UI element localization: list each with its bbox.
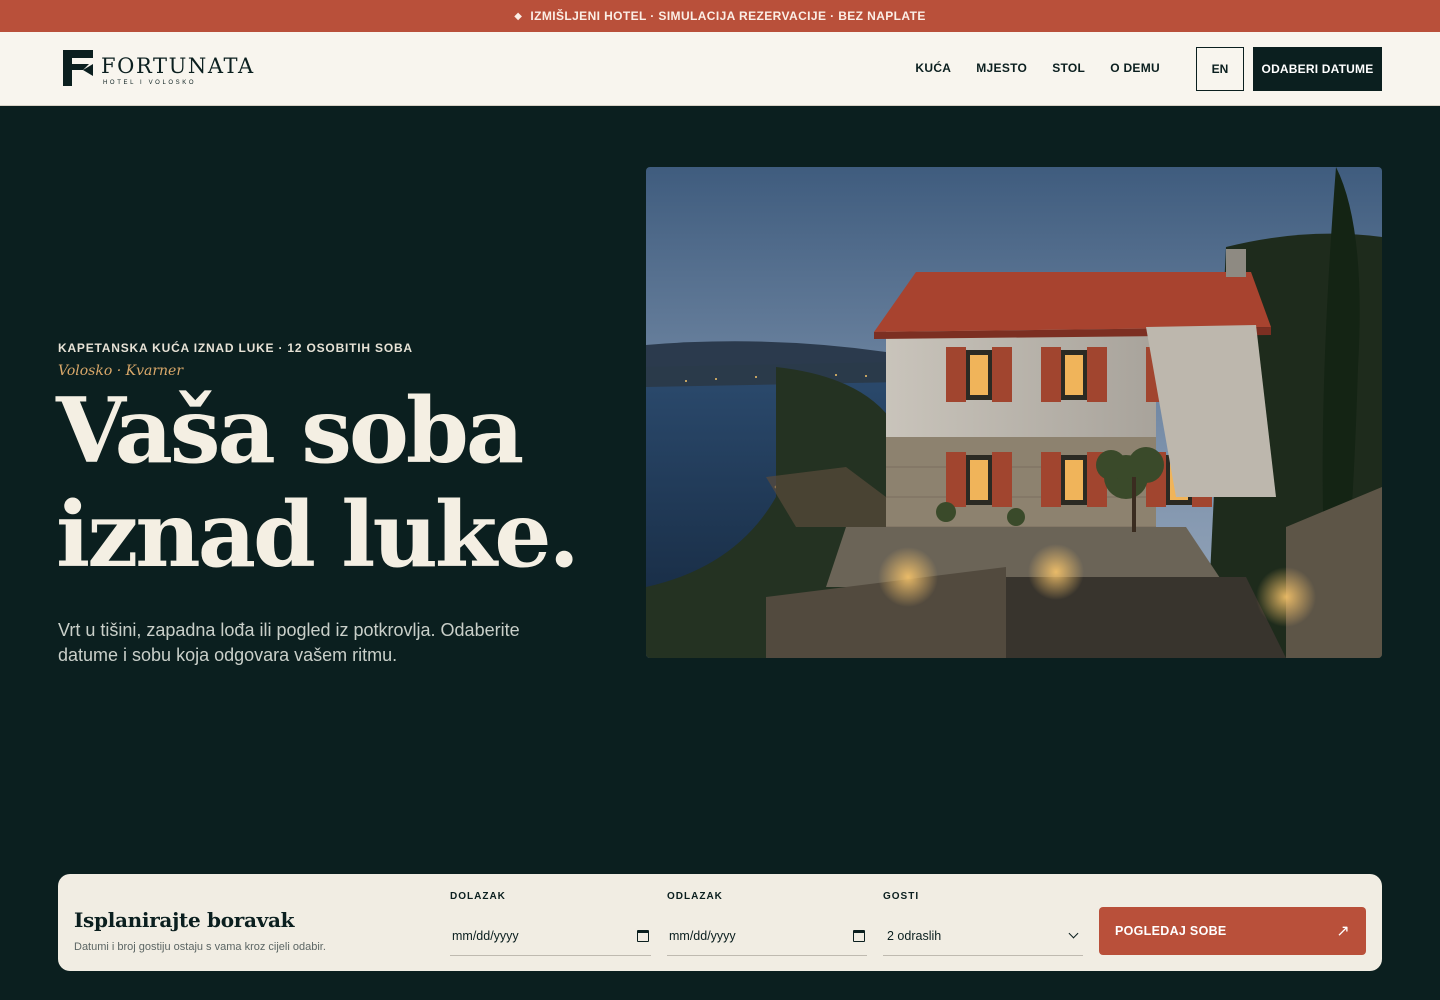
view-rooms-label: POGLEDAJ SOBE	[1115, 924, 1227, 938]
headline-line-1: Vaša soba	[56, 378, 524, 484]
booking-title: Isplanirajte boravak	[74, 908, 295, 932]
calendar-icon[interactable]	[637, 929, 649, 942]
departure-field: ODLAZAK mm/dd/yyyy	[667, 891, 867, 956]
arrival-date-input[interactable]: mm/dd/yyyy	[450, 916, 651, 956]
logo-mark-icon	[63, 50, 93, 86]
select-dates-button[interactable]: ODABERI DATUME	[1253, 47, 1382, 91]
brand-tagline: HOTEL I VOLOSKO	[103, 80, 197, 86]
nav-link-mjesto[interactable]: MJESTO	[976, 61, 1027, 75]
departure-placeholder: mm/dd/yyyy	[669, 928, 736, 943]
nav-links: KUĆA MJESTO STOL O DEMU	[915, 61, 1160, 75]
hero-section: KAPETANSKA KUĆA IZNAD LUKE · 12 OSOBITIH…	[0, 107, 1440, 1000]
arrival-field: DOLAZAK mm/dd/yyyy	[450, 891, 651, 956]
announcement-text: IZMIŠLJENI HOTEL · SIMULACIJA REZERVACIJ…	[530, 9, 926, 23]
guests-select[interactable]: 2 odraslih	[883, 916, 1083, 956]
guests-field: GOSTI 2 odraslih	[883, 891, 1083, 956]
logo[interactable]: FORTUNATA HOTEL I VOLOSKO	[61, 48, 255, 88]
hero-headline: Vaša soba iznad luke.	[56, 379, 616, 587]
nav-link-o-demu[interactable]: O DEMU	[1110, 61, 1160, 75]
booking-subtitle: Datumi i broj gostiju ostaju s vama kroz…	[74, 941, 326, 953]
language-button[interactable]: EN	[1196, 47, 1244, 91]
departure-label: ODLAZAK	[667, 891, 723, 902]
navbar: FORTUNATA HOTEL I VOLOSKO KUĆA MJESTO ST…	[0, 32, 1440, 106]
guests-value: 2 odraslih	[887, 928, 942, 943]
departure-date-input[interactable]: mm/dd/yyyy	[667, 916, 867, 956]
booking-panel: Isplanirajte boravak Datumi i broj gosti…	[58, 874, 1382, 971]
hero-eyebrow: KAPETANSKA KUĆA IZNAD LUKE · 12 OSOBITIH…	[58, 341, 413, 355]
announcement-bar: ◆ IZMIŠLJENI HOTEL · SIMULACIJA REZERVAC…	[0, 0, 1440, 32]
view-rooms-button[interactable]: POGLEDAJ SOBE ↗	[1099, 907, 1366, 955]
arrival-placeholder: mm/dd/yyyy	[452, 928, 519, 943]
nav-link-stol[interactable]: STOL	[1052, 61, 1085, 75]
hero-description: Vrt u tišini, zapadna lođa ili pogled iz…	[58, 620, 520, 665]
brand-name: FORTUNATA	[101, 54, 255, 78]
arrow-up-right-icon: ↗	[1336, 923, 1350, 940]
chevron-down-icon	[1068, 928, 1079, 939]
nav-link-kuca[interactable]: KUĆA	[915, 61, 951, 75]
hero-location: Volosko · Kvarner	[58, 363, 184, 379]
calendar-icon[interactable]	[853, 929, 865, 942]
guests-label: GOSTI	[883, 891, 920, 902]
arrival-label: DOLAZAK	[450, 891, 506, 902]
hero-photo-house	[646, 167, 1382, 658]
headline-line-2: iznad luke.	[56, 482, 580, 588]
diamond-icon: ◆	[514, 10, 523, 22]
